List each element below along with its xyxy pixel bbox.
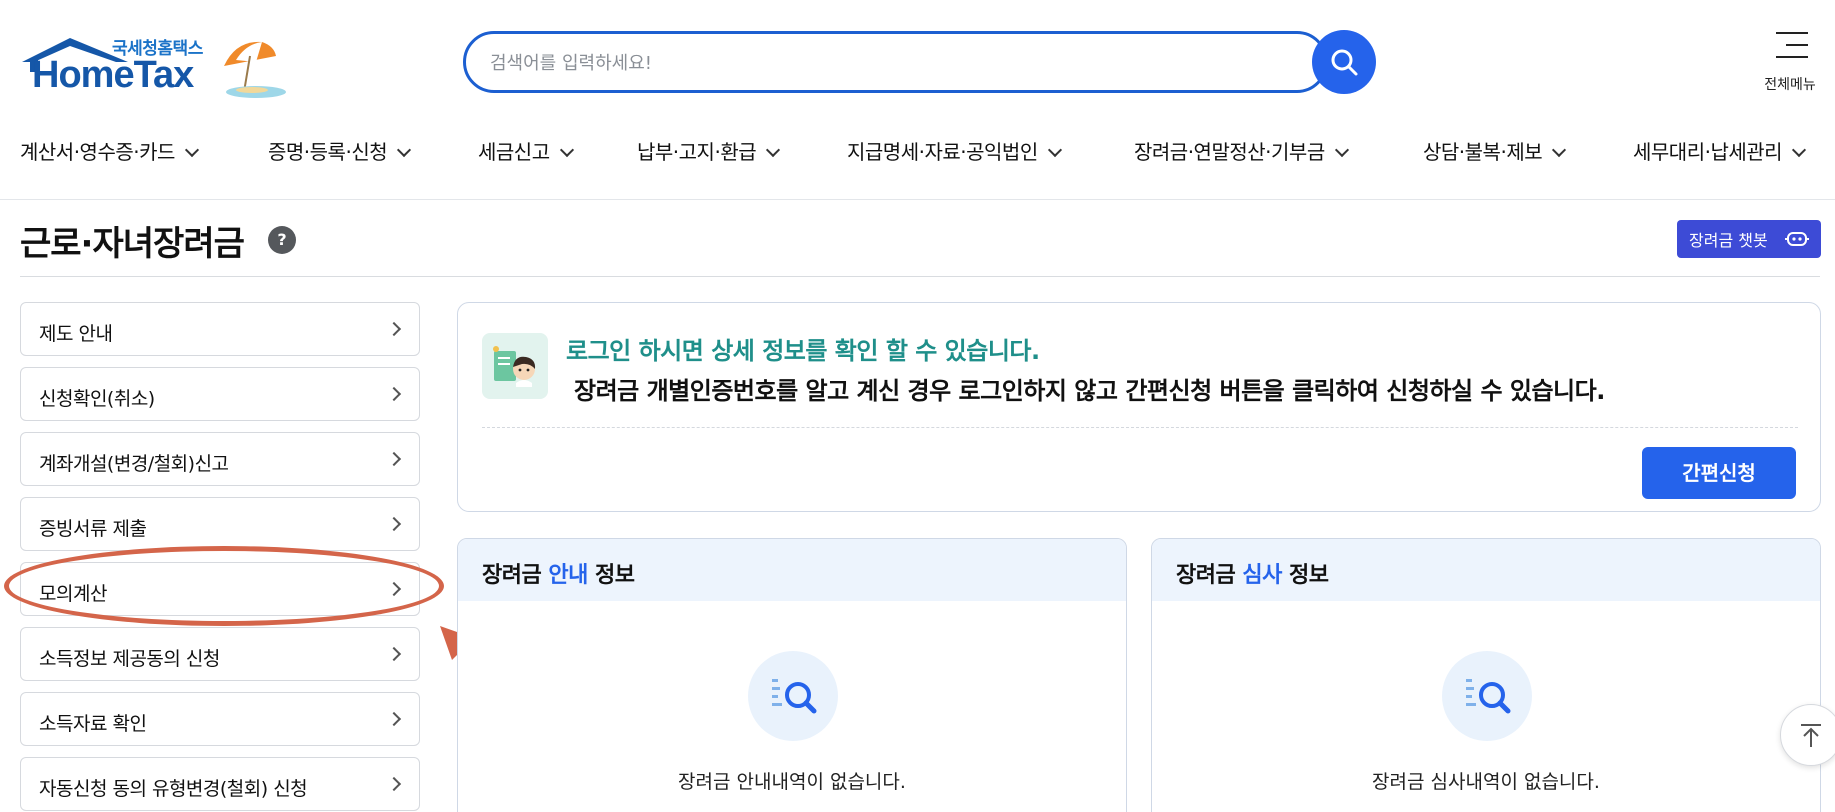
gnb-label: 장려금·연말정산·기부금 (1134, 140, 1325, 164)
sidebar-item-label: 소득자료 확인 (39, 713, 147, 735)
sidebar-item-label: 모의계산 (39, 583, 107, 605)
all-menu-label: 전체메뉴 (1764, 77, 1816, 93)
gnb-label: 계산서·영수증·카드 (20, 140, 175, 164)
hamburger-icon (1776, 32, 1808, 68)
chevron-right-icon (386, 776, 402, 792)
title-divider (20, 276, 1820, 277)
sidebar-item-label: 소득정보 제공동의 신청 (39, 648, 220, 670)
gnb-item-invoice[interactable]: 계산서·영수증·카드 (20, 136, 199, 165)
beach-umbrella-icon (224, 41, 286, 98)
gnb-label: 세무대리·납세관리 (1633, 140, 1783, 164)
chevron-down-icon (766, 142, 781, 158)
search-box (463, 31, 1328, 93)
sidebar-item-label: 신청확인(취소) (39, 388, 155, 410)
chevron-right-icon (386, 386, 402, 402)
document-search-icon (748, 651, 838, 741)
sidebar-item-simulation[interactable]: 모의계산 (20, 562, 420, 616)
sidebar-item-guide[interactable]: 제도 안내 (20, 302, 420, 356)
chevron-down-icon (397, 142, 412, 158)
chatbot-icon (1785, 232, 1809, 246)
sidebar-item-label: 증빙서류 제출 (39, 518, 147, 540)
notice-divider (482, 427, 1798, 428)
document-search-icon (1442, 651, 1532, 741)
search-button[interactable] (1312, 30, 1376, 94)
gnb-item-statement[interactable]: 지급명세·자료·공익법인 (847, 136, 1062, 165)
search-icon (1331, 49, 1358, 76)
help-icon[interactable]: ? (268, 226, 296, 254)
notice-login-message: 로그인 하시면 상세 정보를 확인 할 수 있습니다. (566, 337, 1040, 365)
sidebar-item-label: 자동신청 동의 유형변경(철회) 신청 (39, 778, 308, 800)
card-empty-message: 장려금 안내내역이 없습니다. (678, 771, 906, 793)
scroll-top-button[interactable] (1780, 704, 1835, 766)
sidebar-item-income-consent[interactable]: 소득정보 제공동의 신청 (20, 627, 420, 681)
chevron-down-icon (1047, 142, 1062, 158)
person-document-icon (482, 333, 548, 399)
search-input[interactable] (490, 49, 1270, 77)
gnb-item-tax-filing[interactable]: 세금신고 (478, 136, 574, 165)
gnb-item-consult[interactable]: 상담·불복·제보 (1423, 136, 1567, 165)
chevron-down-icon (1334, 142, 1349, 158)
chevron-down-icon (1791, 142, 1807, 158)
chevron-down-icon (1552, 142, 1567, 158)
sidebar-item-label: 계좌개설(변경/철회)신고 (39, 453, 229, 475)
gnb-label: 상담·불복·제보 (1423, 140, 1543, 164)
gnb-item-payment[interactable]: 납부·고지·환급 (637, 136, 781, 165)
chevron-right-icon (386, 321, 402, 337)
card-title: 장려금 안내 정보 (482, 563, 635, 588)
chevron-down-icon (559, 142, 574, 158)
gnb-item-certificate[interactable]: 증명·등록·신청 (268, 136, 412, 165)
login-notice: 로그인 하시면 상세 정보를 확인 할 수 있습니다. 장려금 개별인증번호를 … (457, 302, 1821, 512)
chatbot-label: 장려금 챗봇 (1689, 231, 1768, 250)
notice-auth-message: 장려금 개별인증번호를 알고 계신 경우 로그인하지 않고 간편신청 버튼을 클… (574, 377, 1605, 405)
card-header: 장려금 안내 정보 (458, 539, 1126, 601)
incentive-guide-card: 장려금 안내 정보 장려금 안내내역이 없습니다. (457, 538, 1127, 812)
gnb-label: 지급명세·자료·공익법인 (847, 140, 1038, 164)
sidebar-item-label: 제도 안내 (39, 323, 113, 345)
sidebar-item-documents[interactable]: 증빙서류 제출 (20, 497, 420, 551)
hometax-logo[interactable]: 국세청홈택스 HomeTax (20, 30, 290, 100)
global-nav: 계산서·영수증·카드 증명·등록·신청 세금신고 납부·고지·환급 지급명세·자… (0, 130, 1835, 170)
simple-apply-button[interactable]: 간편신청 (1642, 447, 1796, 499)
gnb-label: 증명·등록·신청 (268, 140, 388, 164)
sidebar-item-income-check[interactable]: 소득자료 확인 (20, 692, 420, 746)
gnb-label: 세금신고 (478, 140, 550, 164)
chevron-down-icon (184, 142, 199, 158)
gnb-label: 납부·고지·환급 (637, 140, 757, 164)
incentive-review-card: 장려금 심사 정보 장려금 심사내역이 없습니다. (1151, 538, 1821, 812)
card-title: 장려금 심사 정보 (1176, 563, 1329, 588)
all-menu-button[interactable]: 전체메뉴 (1752, 28, 1828, 98)
sidebar-item-check-cancel[interactable]: 신청확인(취소) (20, 367, 420, 421)
site-header: 국세청홈택스 HomeTax 전체메뉴 계산서·영수증·카드 증명·등록·신청 … (0, 0, 1835, 200)
chevron-right-icon (386, 646, 402, 662)
chatbot-button[interactable]: 장려금 챗봇 (1677, 220, 1821, 258)
chevron-right-icon (386, 711, 402, 727)
gnb-item-agent[interactable]: 세무대리·납세관리 (1633, 136, 1807, 165)
card-header: 장려금 심사 정보 (1152, 539, 1820, 601)
chevron-right-icon (386, 516, 402, 532)
gnb-item-incentive[interactable]: 장려금·연말정산·기부금 (1134, 136, 1349, 165)
sidebar-item-auto-apply[interactable]: 자동신청 동의 유형변경(철회) 신청 (20, 757, 420, 811)
chevron-right-icon (386, 451, 402, 467)
logo-big-text: HomeTax (32, 54, 194, 96)
chevron-right-icon (386, 581, 402, 597)
arrow-up-icon (1801, 724, 1821, 747)
page-title: 근로·자녀장려금 (20, 224, 245, 264)
card-empty-message: 장려금 심사내역이 없습니다. (1372, 771, 1600, 793)
sidebar-item-account[interactable]: 계좌개설(변경/철회)신고 (20, 432, 420, 486)
